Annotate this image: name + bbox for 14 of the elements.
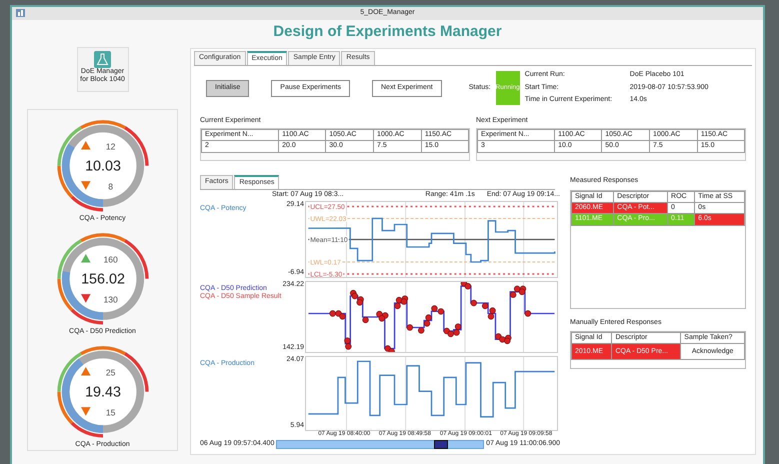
- gauge-value: 156.02: [80, 272, 124, 288]
- high-limit: 12: [105, 142, 115, 152]
- timeline-thumb[interactable]: [434, 440, 448, 449]
- app-icon: [16, 9, 25, 17]
- timeline-track[interactable]: [276, 440, 484, 449]
- gauge-value: 10.03: [84, 158, 120, 175]
- gauge-value: 19.43: [84, 384, 120, 401]
- flask-icon: [94, 51, 111, 68]
- low-limit: 15: [105, 408, 115, 418]
- low-limit: 130: [102, 294, 118, 305]
- high-limit: 25: [105, 368, 115, 378]
- app-heading: Design of Experiments Manager: [273, 22, 502, 40]
- low-limit: 8: [108, 182, 113, 192]
- high-limit: 160: [102, 254, 118, 265]
